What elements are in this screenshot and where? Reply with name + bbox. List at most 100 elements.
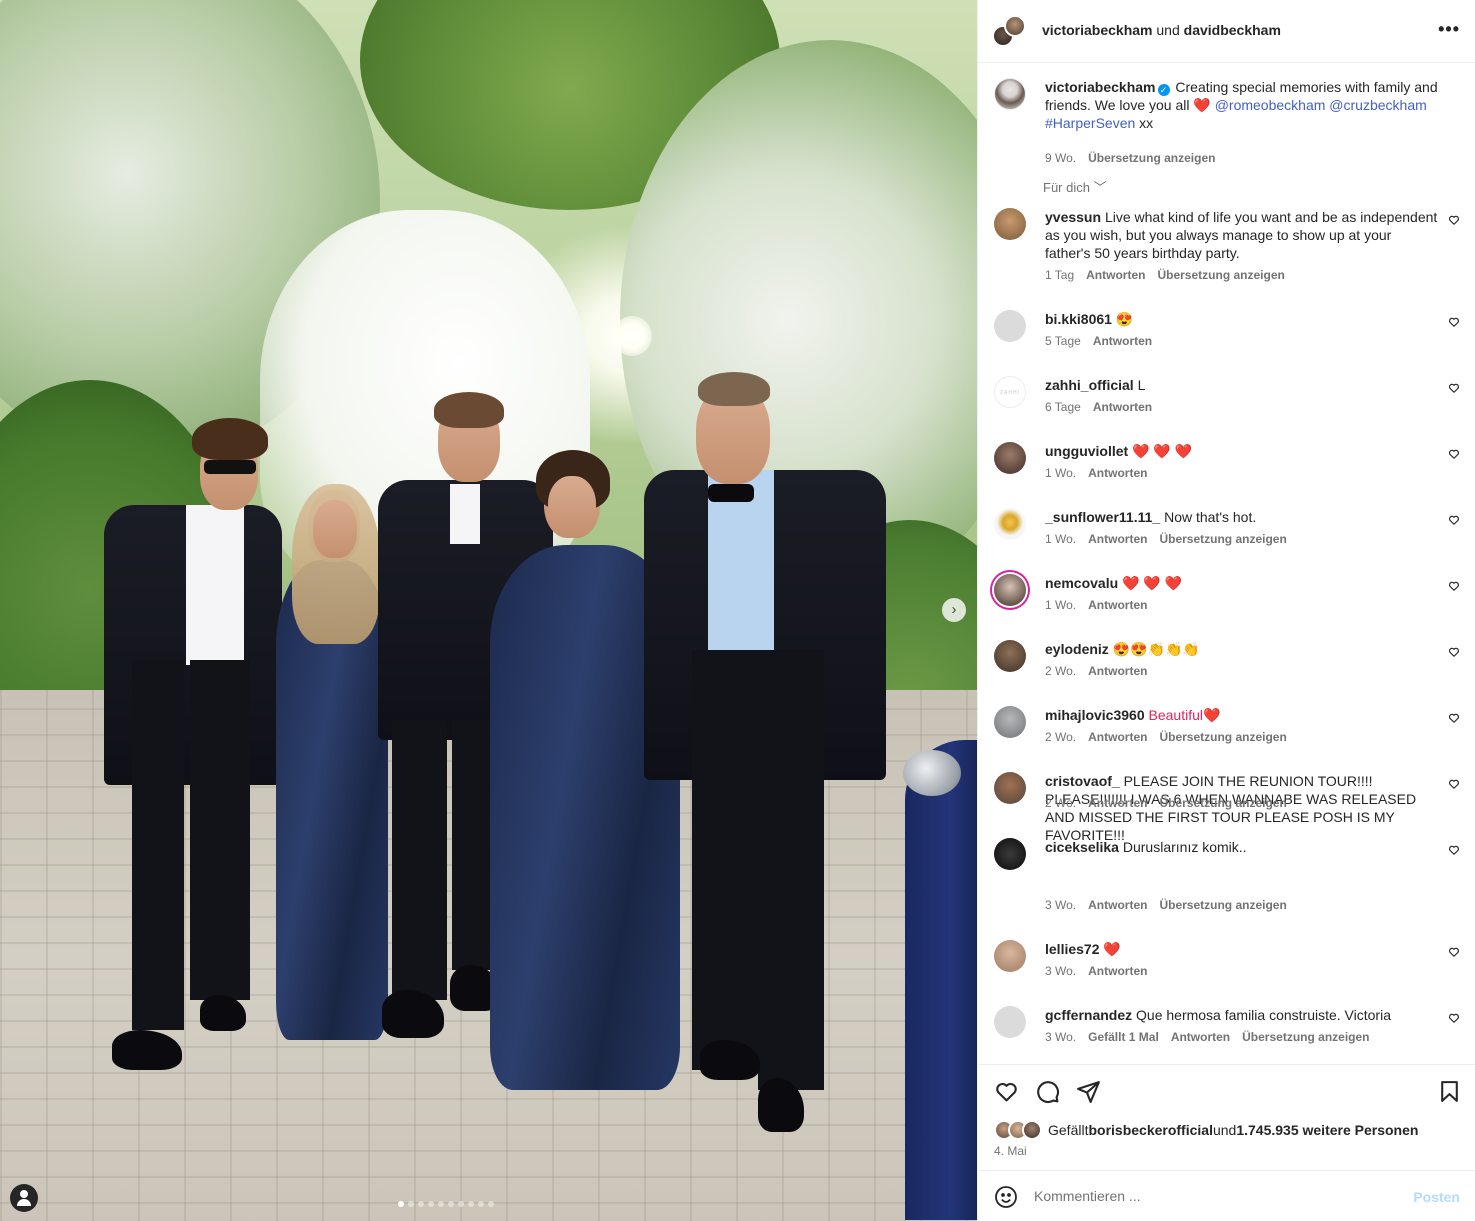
avatar[interactable]: [994, 640, 1026, 672]
comment-like-heart-icon[interactable]: [1448, 1012, 1460, 1027]
avatar[interactable]: [994, 442, 1026, 474]
liker-avatars[interactable]: [994, 1120, 1046, 1140]
comment-like-heart-icon[interactable]: [1448, 712, 1460, 727]
comment-like-heart-icon[interactable]: [1448, 946, 1460, 961]
comment-like-heart-icon[interactable]: [1448, 214, 1460, 229]
comment-username[interactable]: _sunflower11.11_: [1045, 509, 1160, 525]
comment-username[interactable]: cicekselika: [1045, 839, 1119, 855]
comment-like-heart-icon[interactable]: [1448, 580, 1460, 595]
mention-link[interactable]: @cruzbeckham: [1329, 97, 1426, 113]
comment-like-heart-icon[interactable]: [1448, 844, 1460, 859]
author-link[interactable]: davidbeckham: [1184, 22, 1281, 38]
timestamp[interactable]: 6 Tage: [1045, 400, 1081, 414]
timestamp[interactable]: 1 Tag: [1045, 268, 1074, 282]
translate-button[interactable]: Übersetzung anzeigen: [1159, 898, 1286, 912]
post-photo[interactable]: ›: [0, 0, 977, 1221]
reply-button[interactable]: Antworten: [1088, 664, 1147, 678]
avatar[interactable]: [994, 508, 1026, 540]
translate-button[interactable]: Übersetzung anzeigen: [1157, 268, 1284, 282]
reply-button[interactable]: Antworten: [1088, 466, 1147, 480]
reply-button[interactable]: Antworten: [1086, 268, 1145, 282]
comment-bubble-icon[interactable]: [1035, 1079, 1060, 1104]
translate-button[interactable]: Übersetzung anzeigen: [1159, 532, 1286, 546]
caption-text: victoriabeckham ✓ Creating special memori…: [1045, 78, 1440, 132]
comment-username[interactable]: zahhi_official: [1045, 377, 1134, 393]
comment-like-heart-icon[interactable]: [1448, 316, 1460, 331]
avatar[interactable]: [994, 208, 1026, 240]
emoji-smiley-icon[interactable]: [994, 1185, 1018, 1209]
next-slide-button[interactable]: ›: [942, 598, 966, 622]
timestamp[interactable]: 1 Wo.: [1045, 532, 1076, 546]
translate-button[interactable]: Übersetzung anzeigen: [1088, 151, 1215, 165]
tagged-users-button[interactable]: [10, 1184, 38, 1212]
avatar[interactable]: [994, 772, 1026, 804]
comment-like-heart-icon[interactable]: [1448, 646, 1460, 661]
comment-username[interactable]: ungguviollet: [1045, 443, 1128, 459]
liker-username[interactable]: borisbeckerofficial: [1088, 1122, 1213, 1138]
timestamp[interactable]: 3 Wo.: [1045, 1030, 1076, 1044]
comment-username[interactable]: eylodeniz: [1045, 641, 1109, 657]
author-link[interactable]: victoriabeckham: [1042, 22, 1153, 38]
timestamp[interactable]: 9 Wo.: [1045, 151, 1076, 165]
comment-username[interactable]: cristovaof_: [1045, 773, 1120, 789]
comment-like-heart-icon[interactable]: [1448, 514, 1460, 529]
reply-button[interactable]: Antworten: [1088, 532, 1147, 546]
comment-username[interactable]: mihajlovic3960: [1045, 707, 1145, 723]
comment-username[interactable]: yvessun: [1045, 209, 1101, 225]
timestamp[interactable]: 5 Tage: [1045, 334, 1081, 348]
comment-input[interactable]: [1034, 1185, 1394, 1207]
comment-text: lellies72 ❤️: [1045, 940, 1440, 958]
comment-likes[interactable]: Gefällt 1 Mal: [1088, 1030, 1159, 1044]
timestamp[interactable]: 3 Wo.: [1045, 964, 1076, 978]
header-avatars[interactable]: [992, 15, 1026, 49]
timestamp[interactable]: 3 Wo.: [1045, 898, 1076, 912]
comment-like-heart-icon[interactable]: [1448, 448, 1460, 463]
avatar[interactable]: [994, 574, 1026, 606]
avatar[interactable]: [1004, 15, 1026, 37]
comment-username[interactable]: gcffernandez: [1045, 1007, 1132, 1023]
comment-username[interactable]: lellies72: [1045, 941, 1100, 957]
avatar[interactable]: [994, 78, 1026, 110]
hashtag-link[interactable]: #HarperSeven: [1045, 115, 1135, 131]
reply-button[interactable]: Antworten: [1093, 400, 1152, 414]
reply-button[interactable]: Antworten: [1171, 1030, 1230, 1044]
reply-button[interactable]: Antworten: [1088, 898, 1147, 912]
post-date[interactable]: 4. Mai: [994, 1144, 1027, 1158]
translate-button[interactable]: Übersetzung anzeigen: [1242, 1030, 1369, 1044]
comment-body: Now that's hot.: [1164, 509, 1257, 525]
avatar[interactable]: [994, 838, 1026, 870]
translate-button[interactable]: Übersetzung anzeigen: [1159, 796, 1286, 810]
timestamp[interactable]: 2 Wo.: [1045, 730, 1076, 744]
comment-username[interactable]: nemcovalu: [1045, 575, 1118, 591]
avatar[interactable]: [994, 1006, 1026, 1038]
comment-sort-dropdown[interactable]: Für dich ﹀: [1043, 177, 1107, 196]
timestamp[interactable]: 1 Wo.: [1045, 466, 1076, 480]
caption-tail: xx: [1135, 115, 1154, 131]
comment-like-heart-icon[interactable]: [1448, 382, 1460, 397]
reply-button[interactable]: Antworten: [1088, 730, 1147, 744]
mention-link[interactable]: @romeobeckham: [1215, 97, 1326, 113]
comment-meta: 1 Tag Antworten Übersetzung anzeigen: [1045, 268, 1297, 282]
timestamp[interactable]: 1 Wo.: [1045, 598, 1076, 612]
reply-button[interactable]: Antworten: [1088, 964, 1147, 978]
avatar[interactable]: [994, 940, 1026, 972]
avatar[interactable]: [994, 706, 1026, 738]
like-heart-icon[interactable]: [994, 1079, 1019, 1104]
caption-username[interactable]: victoriabeckham: [1045, 79, 1156, 95]
comments-list[interactable]: victoriabeckham ✓ Creating special memori…: [978, 64, 1475, 1060]
timestamp[interactable]: 2 Wo.: [1045, 664, 1076, 678]
avatar[interactable]: ZAHHI: [994, 376, 1026, 408]
timestamp[interactable]: 2 Wo.: [1045, 796, 1076, 810]
reply-button[interactable]: Antworten: [1088, 598, 1147, 612]
more-horizontal-icon[interactable]: •••: [1438, 19, 1460, 40]
share-send-icon[interactable]: [1076, 1079, 1101, 1104]
avatar[interactable]: [994, 310, 1026, 342]
translate-button[interactable]: Übersetzung anzeigen: [1159, 730, 1286, 744]
reply-button[interactable]: Antworten: [1093, 334, 1152, 348]
bookmark-icon[interactable]: [1437, 1079, 1462, 1104]
comment-like-heart-icon[interactable]: [1448, 778, 1460, 793]
reply-button[interactable]: Antworten: [1088, 796, 1147, 810]
likes-count[interactable]: 1.745.935 weitere Personen: [1236, 1122, 1418, 1138]
comment-username[interactable]: bi.kki8061: [1045, 311, 1112, 327]
post-comment-button[interactable]: Posten: [1413, 1189, 1460, 1205]
